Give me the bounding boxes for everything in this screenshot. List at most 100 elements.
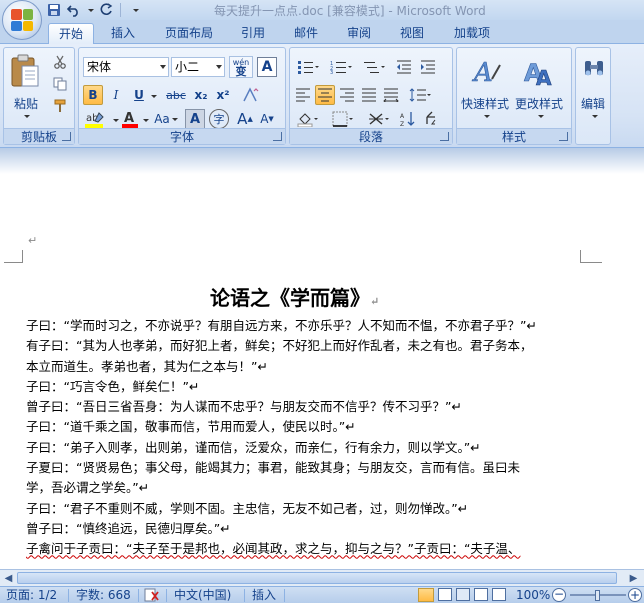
quick-styles-dropdown[interactable] <box>481 112 491 120</box>
styles-dialog-launcher[interactable] <box>559 132 568 141</box>
justify-icon[interactable] <box>359 85 379 105</box>
bold-button[interactable]: B <box>83 85 103 105</box>
borders-icon[interactable] <box>328 109 358 129</box>
font-dialog-launcher[interactable] <box>273 132 282 141</box>
tab-home[interactable]: 开始 <box>48 23 94 44</box>
paste-label[interactable]: 粘贴 <box>14 95 38 112</box>
outline-icon[interactable] <box>474 588 488 601</box>
undo-icon[interactable] <box>66 2 82 18</box>
copy-icon[interactable] <box>50 74 70 94</box>
text-effects-icon[interactable] <box>239 85 263 105</box>
font-color-icon[interactable]: A <box>119 109 141 129</box>
text-line: 子曰：“巧言令色，鲜矣仁！”↵ <box>26 378 200 394</box>
scroll-left-icon[interactable]: ◀ <box>1 571 16 585</box>
zoom-slider-thumb[interactable] <box>595 590 600 601</box>
paste-dropdown[interactable] <box>21 112 31 120</box>
draft-icon[interactable] <box>492 588 506 601</box>
quick-access-toolbar <box>46 1 143 19</box>
quick-styles-label[interactable]: 快速样式 <box>461 95 509 112</box>
zoom-level[interactable]: 100% <box>516 588 550 603</box>
highlight-dropdown[interactable] <box>111 116 119 124</box>
format-painter-icon[interactable] <box>50 96 70 116</box>
document-body[interactable]: 子曰：“学而时习之，不亦说乎？有朋自远方来，不亦乐乎？人不知而不愠，不亦君子乎？… <box>26 316 606 560</box>
char-shading-button[interactable]: A <box>185 109 205 129</box>
highlight-icon[interactable]: ab <box>83 109 111 129</box>
decrease-indent-icon[interactable] <box>394 57 414 77</box>
editing-label[interactable]: 编辑 <box>581 95 605 112</box>
tab-page-layout[interactable]: 页面布局 <box>158 23 220 44</box>
multilevel-list-icon[interactable] <box>359 57 389 77</box>
scrollbar-thumb[interactable] <box>17 572 617 584</box>
superscript-button[interactable]: x² <box>213 85 233 105</box>
change-styles-dropdown[interactable] <box>535 112 545 120</box>
document-title[interactable]: 论语之《学而篇》↵ <box>210 282 379 311</box>
change-styles-icon[interactable]: AA <box>519 54 559 88</box>
tab-view[interactable]: 视图 <box>391 23 433 44</box>
qat-separator <box>120 3 121 17</box>
distributed-icon[interactable] <box>381 85 401 105</box>
insert-mode[interactable]: 插入 <box>252 588 276 603</box>
sort-icon[interactable]: AZ <box>398 109 418 129</box>
scroll-right-icon[interactable]: ▶ <box>626 571 641 585</box>
styles-group: A 快速样式 AA 更改样式 样式 <box>456 47 572 145</box>
save-icon[interactable] <box>46 2 62 18</box>
italic-button[interactable]: I <box>106 85 126 105</box>
redo-icon[interactable] <box>98 2 114 18</box>
office-button[interactable] <box>2 0 42 40</box>
align-left-icon[interactable] <box>293 85 313 105</box>
svg-text:3: 3 <box>330 70 333 74</box>
chevron-down-icon[interactable] <box>86 2 94 18</box>
tab-addins[interactable]: 加载项 <box>446 23 498 44</box>
full-screen-reading-icon[interactable] <box>438 588 452 601</box>
cut-icon[interactable] <box>50 52 70 72</box>
editing-dropdown[interactable] <box>589 112 599 120</box>
shrink-font-button[interactable]: A ▼ <box>257 109 277 129</box>
zoom-in-icon[interactable]: + <box>628 588 642 602</box>
word-count[interactable]: 字数: 668 <box>76 588 131 603</box>
clipboard-group: 粘贴 剪贴板 <box>3 47 75 145</box>
binoculars-icon[interactable] <box>582 56 606 80</box>
bullets-icon[interactable] <box>293 57 323 77</box>
chinese-layout-icon[interactable] <box>364 109 394 129</box>
tab-references[interactable]: 引用 <box>232 23 274 44</box>
enclose-char-button[interactable]: 字 <box>209 109 229 129</box>
language-indicator[interactable]: 中文(中国) <box>174 588 231 603</box>
horizontal-scrollbar[interactable]: ◀ ▶ <box>0 569 644 586</box>
web-layout-icon[interactable] <box>456 588 470 601</box>
quick-styles-icon[interactable]: A <box>467 54 507 88</box>
subscript-button[interactable]: x₂ <box>191 85 211 105</box>
underline-button[interactable]: U <box>129 85 149 105</box>
page-count[interactable]: 页面: 1/2 <box>6 588 57 603</box>
shading-icon[interactable] <box>293 109 323 129</box>
strikethrough-button[interactable]: abc <box>163 85 189 105</box>
text-line: 子曰：“学而时习之，不亦说乎？有朋自远方来，不亦乐乎？人不知而不愠，不亦君子乎？… <box>26 318 537 333</box>
text-line: 本立而道生。孝弟也者，其为仁之本与！”↵ <box>26 358 268 374</box>
zoom-out-icon[interactable]: − <box>552 588 566 602</box>
phonetic-guide-button[interactable]: wén 变 <box>229 56 253 78</box>
clear-format-button[interactable]: A <box>257 57 277 77</box>
underline-dropdown[interactable] <box>149 92 157 100</box>
paragraph-dialog-launcher[interactable] <box>440 132 449 141</box>
clipboard-dialog-launcher[interactable] <box>62 132 71 141</box>
print-layout-icon[interactable] <box>418 588 434 602</box>
grow-font-button[interactable]: A ▲ <box>235 109 255 129</box>
change-case-button[interactable]: Aa <box>153 109 179 129</box>
numbering-icon[interactable]: 123 <box>326 57 356 77</box>
proofing-icon[interactable] <box>144 588 162 603</box>
font-size-combo[interactable]: 小二 <box>171 57 225 77</box>
tab-review[interactable]: 审阅 <box>338 23 380 44</box>
show-formatting-icon[interactable] <box>421 109 441 129</box>
document-page[interactable]: ↵ 论语之《学而篇》↵ 子曰：“学而时习之，不亦说乎？有朋自远方来，不亦乐乎？人… <box>4 174 644 569</box>
font-color-dropdown[interactable] <box>141 116 149 124</box>
customize-icon[interactable] <box>127 2 143 18</box>
align-center-icon[interactable] <box>315 85 335 105</box>
line-spacing-icon[interactable] <box>405 85 435 105</box>
tab-insert[interactable]: 插入 <box>102 23 144 44</box>
change-styles-label[interactable]: 更改样式 <box>515 95 563 112</box>
increase-indent-icon[interactable] <box>418 57 438 77</box>
paste-icon[interactable] <box>8 52 42 92</box>
tab-mailings[interactable]: 邮件 <box>285 23 327 44</box>
align-right-icon[interactable] <box>337 85 357 105</box>
status-separator <box>138 589 139 602</box>
font-name-combo[interactable]: 宋体 <box>83 57 169 77</box>
